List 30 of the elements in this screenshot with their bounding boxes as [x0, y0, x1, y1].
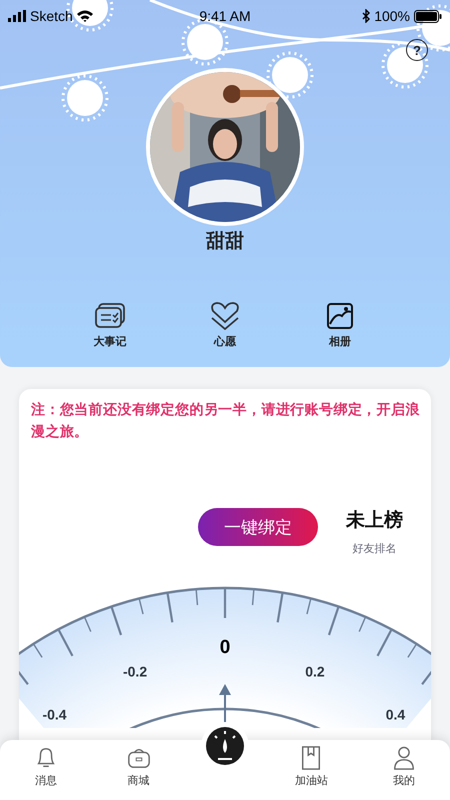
wifi-icon: [76, 10, 93, 22]
gauge-label: 0: [220, 637, 230, 658]
shortcut-button[interactable]: 相册: [305, 302, 375, 349]
user-name: 甜甜: [206, 229, 244, 254]
carrier-name: Sketch: [30, 8, 73, 24]
shortcut-button[interactable]: 心愿: [190, 302, 260, 349]
notes-icon: [95, 302, 125, 330]
tab-item[interactable]: 我的: [374, 746, 434, 788]
battery-percent: 100%: [374, 8, 410, 24]
tab-item[interactable]: 加油站: [281, 746, 342, 788]
help-button[interactable]: ?: [406, 39, 428, 61]
tab-item[interactable]: 商城: [108, 746, 169, 788]
tab-item[interactable]: 消息: [16, 746, 76, 788]
rank-status: 未上榜: [346, 508, 403, 533]
battery-icon: [414, 10, 442, 22]
bind-button[interactable]: 一键绑定: [198, 508, 318, 546]
bag-icon: [126, 746, 151, 770]
photo-album-icon: [325, 302, 355, 330]
rank-caption: 好友排名: [352, 541, 396, 556]
gauge-label: 0.4: [386, 706, 406, 722]
heart-icon: [210, 302, 240, 330]
notice-text: 注：您当前还没有绑定您的另一半，请进行账号绑定，开启浪漫之旅。: [31, 400, 421, 442]
bluetooth-icon: [362, 9, 370, 23]
signal-icon: [8, 10, 26, 22]
gauge-label: 0.2: [305, 664, 325, 680]
gauge-label: -0.2: [123, 664, 148, 680]
person-icon: [392, 746, 416, 770]
shortcut-button[interactable]: 大事记: [75, 302, 145, 349]
status-time: 9:41 AM: [199, 8, 251, 24]
gauge-label: -0.4: [42, 706, 67, 722]
